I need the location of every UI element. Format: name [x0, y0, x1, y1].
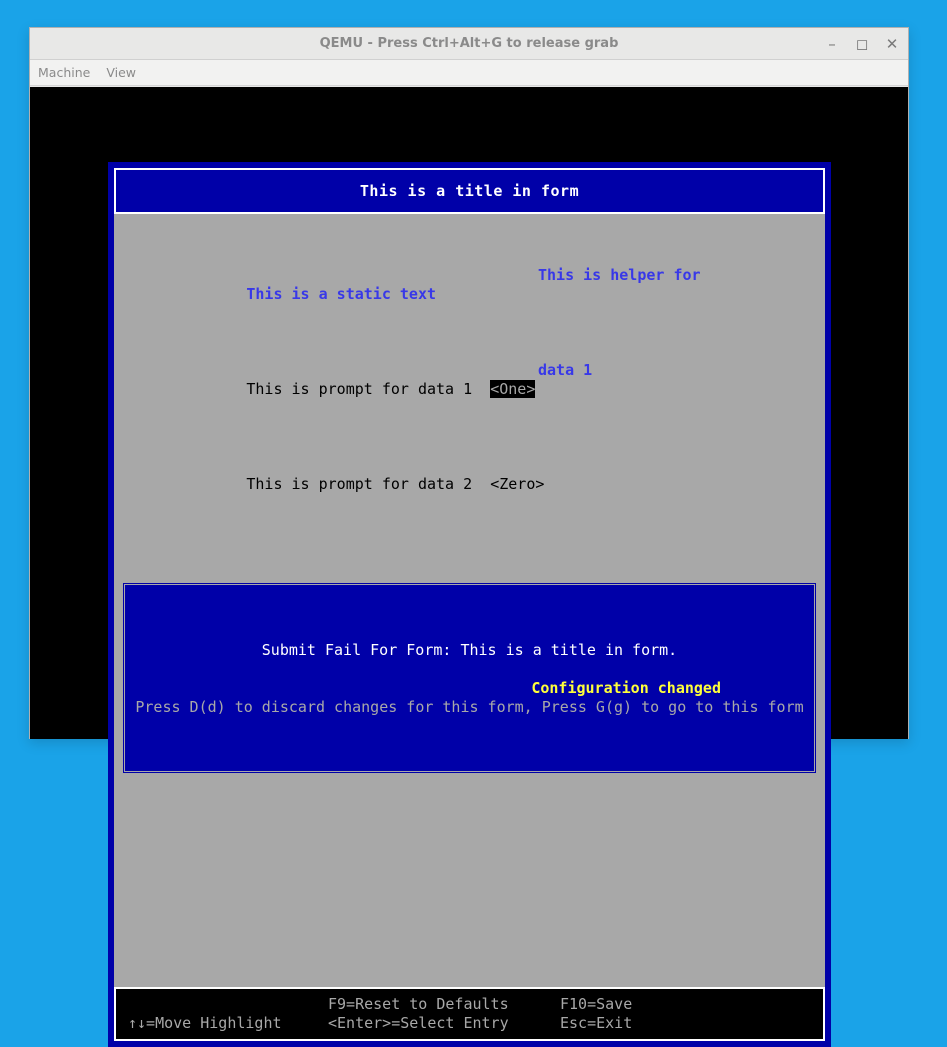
form-title: This is a title in form: [360, 182, 579, 200]
prompt-2-value[interactable]: <Zero>: [490, 475, 544, 493]
close-icon[interactable]: ✕: [884, 37, 900, 52]
menubar: Machine View: [30, 60, 908, 86]
window-title: QEMU - Press Ctrl+Alt+G to release grab: [320, 36, 619, 51]
submit-fail-dialog: Submit Fail For Form: This is a title in…: [124, 584, 815, 772]
footer-enter: <Enter>=Select Entry: [328, 1014, 560, 1033]
helper-line1: This is helper for: [538, 266, 701, 323]
footer-esc: Esc=Exit: [560, 1014, 632, 1033]
status-message: Configuration changed: [108, 679, 831, 698]
titlebar[interactable]: QEMU - Press Ctrl+Alt+G to release grab …: [30, 28, 908, 60]
dialog-line2: Press D(d) to discard changes for this f…: [129, 698, 810, 717]
helper-line2: data 1: [538, 361, 592, 418]
static-text: This is a static text: [246, 285, 436, 303]
prompt-1-value[interactable]: <One>: [490, 380, 535, 398]
footer-r1c1: [128, 995, 328, 1014]
prompt-1-label: This is prompt for data 1: [246, 380, 472, 398]
footer-f10: F10=Save: [560, 995, 632, 1014]
menu-machine[interactable]: Machine: [38, 65, 90, 80]
vm-screen[interactable]: This is a title in form This is a static…: [30, 87, 908, 739]
menu-view[interactable]: View: [106, 65, 136, 80]
prompt-2-label: This is prompt for data 2: [246, 475, 472, 493]
window-controls: – ◻ ✕: [824, 28, 900, 60]
footer-move: ↑↓=Move Highlight: [128, 1014, 328, 1033]
bios-frame: This is a title in form This is a static…: [108, 162, 831, 1047]
minimize-icon[interactable]: –: [824, 37, 840, 52]
maximize-icon[interactable]: ◻: [854, 37, 870, 52]
dialog-line1: Submit Fail For Form: This is a title in…: [129, 641, 810, 660]
form-title-box: This is a title in form: [114, 168, 825, 214]
qemu-window: QEMU - Press Ctrl+Alt+G to release grab …: [29, 27, 909, 739]
footer-f9: F9=Reset to Defaults: [328, 995, 560, 1014]
footer-hotkeys: F9=Reset to Defaults F10=Save ↑↓=Move Hi…: [114, 987, 825, 1041]
form-body: This is a static text This is helper for…: [114, 214, 825, 987]
